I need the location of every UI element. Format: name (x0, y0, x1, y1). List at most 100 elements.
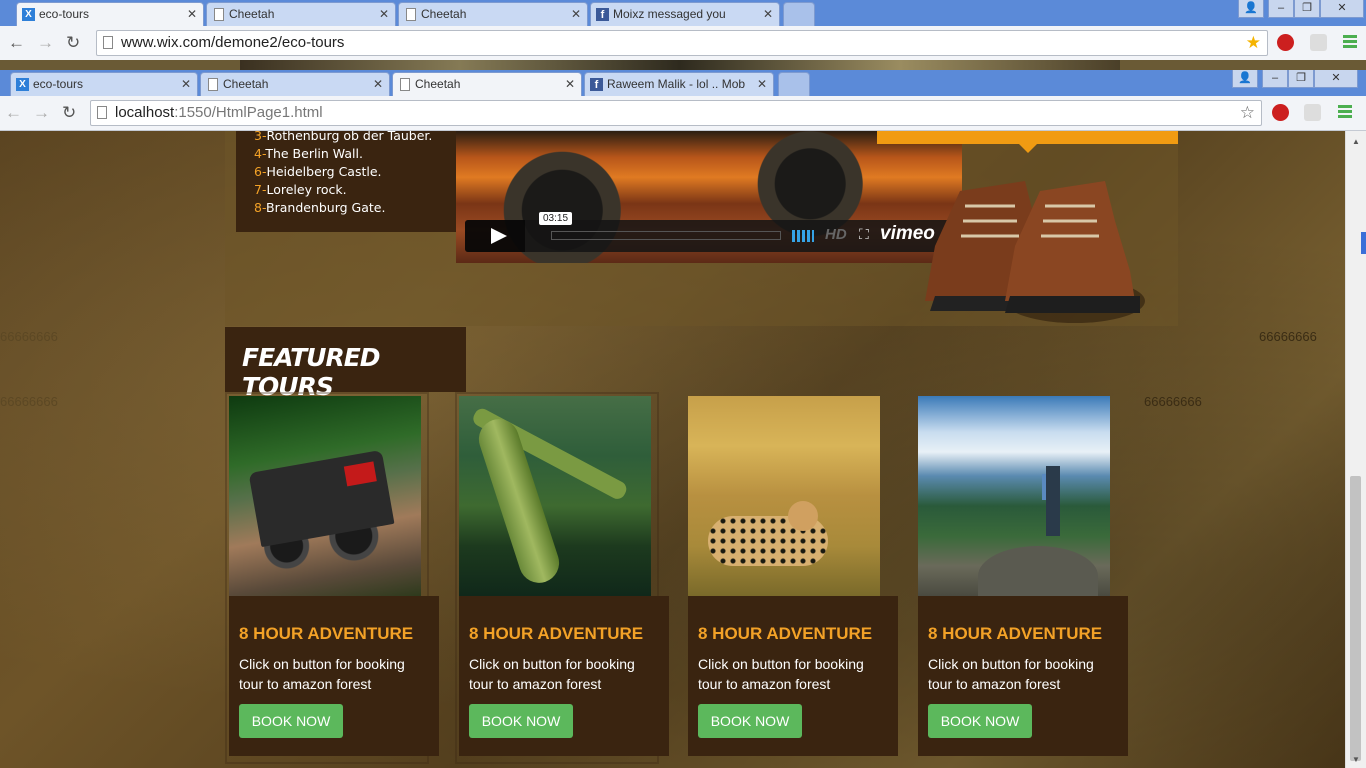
shield-icon[interactable] (1304, 104, 1321, 121)
tour-image-cheetah[interactable] (688, 396, 880, 596)
tour-title: 8 HOUR ADVENTURE (469, 624, 644, 643)
tab-eco-tours[interactable]: X eco-tours ✕ (10, 72, 198, 96)
tab-title: Cheetah (229, 7, 275, 21)
side-number-text: 66666666 (0, 394, 58, 409)
places-list: 3-Rothenburg ob der Tauber. 4-The Berlin… (254, 131, 432, 217)
back-arrow-icon[interactable]: ← (5, 103, 22, 123)
tab-title: Cheetah (223, 77, 269, 91)
tab-title: Cheetah (421, 7, 467, 21)
page-icon (400, 78, 410, 91)
tour-image-hiker[interactable] (918, 396, 1110, 596)
adblock-icon[interactable] (1272, 104, 1289, 121)
new-tab-button[interactable] (778, 72, 810, 96)
tab-title: Moixz messaged you (613, 7, 726, 21)
tour-description: Click on button for booking tour to amaz… (928, 656, 1094, 692)
browser-toolbar: ← → ↻ www.wix.com/demone2/eco-tours ★ (0, 26, 1366, 61)
wix-icon: X (16, 78, 29, 91)
adblock-icon[interactable] (1277, 34, 1294, 51)
maximize-button[interactable]: ❐ (1294, 0, 1320, 18)
maximize-button[interactable]: ❐ (1288, 70, 1314, 88)
new-tab-button[interactable] (783, 2, 815, 26)
foreground-browser-window: X eco-tours ✕ Cheetah ✕ Cheetah ✕ f Rawe… (0, 70, 1366, 768)
close-tab-icon[interactable]: ✕ (757, 73, 767, 95)
tab-title: eco-tours (39, 7, 90, 21)
play-button[interactable] (465, 220, 525, 252)
close-tab-icon[interactable]: ✕ (187, 3, 197, 25)
page-icon (214, 8, 224, 21)
close-tab-icon[interactable]: ✕ (571, 3, 581, 25)
forward-arrow-icon[interactable]: → (37, 33, 54, 53)
fullscreen-icon[interactable]: ⛶ (859, 226, 869, 243)
back-arrow-icon[interactable]: ← (8, 33, 25, 53)
tour-image-jeep[interactable] (229, 396, 421, 596)
close-window-button[interactable]: ✕ (1320, 0, 1364, 18)
video-controls: 03:15 HD ⛶ vimeo (465, 212, 950, 252)
scrollbar-thumb[interactable] (1350, 476, 1361, 761)
tour-description: Click on button for booking tour to amaz… (239, 656, 405, 692)
tour-title: 8 HOUR ADVENTURE (239, 624, 414, 643)
side-number-text: 66666666 (1259, 329, 1317, 344)
minimize-button[interactable]: – (1262, 70, 1288, 88)
page-icon (406, 8, 416, 21)
volume-icon[interactable] (792, 230, 814, 242)
hiking-boots-image (925, 181, 1145, 323)
address-bar[interactable]: www.wix.com/demone2/eco-tours ★ (96, 30, 1268, 56)
reload-icon[interactable]: ↻ (66, 33, 80, 53)
tab-cheetah[interactable]: Cheetah ✕ (200, 72, 390, 96)
url-host: localhost (115, 104, 175, 121)
book-now-button[interactable]: BOOK NOW (698, 704, 802, 738)
side-number-text: 66666666 (1144, 394, 1202, 409)
book-now-button[interactable]: BOOK NOW (469, 704, 573, 738)
tab-facebook[interactable]: f Raweem Malik - lol .. Mob ✕ (584, 72, 774, 96)
tour-image-crocodile[interactable] (459, 396, 651, 596)
tab-facebook[interactable]: f Moixz messaged you ✕ (590, 2, 780, 26)
background-browser-window: X eco-tours ✕ Cheetah ✕ Cheetah ✕ f Moix… (0, 0, 1366, 70)
background-page-strip (0, 60, 1366, 70)
tour-description: Click on button for booking tour to amaz… (469, 656, 635, 692)
list-item: 4-The Berlin Wall. (254, 146, 363, 161)
vertical-scrollbar[interactable]: ▲ ▼ (1345, 131, 1366, 768)
scroll-up-icon[interactable]: ▲ (1352, 137, 1360, 146)
minimize-button[interactable]: – (1268, 0, 1294, 18)
tab-cheetah-2[interactable]: Cheetah ✕ (398, 2, 588, 26)
user-icon[interactable]: 👤 (1232, 70, 1258, 88)
tab-eco-tours[interactable]: X eco-tours ✕ (16, 2, 204, 26)
bookmark-star-icon[interactable]: ☆ (1240, 101, 1255, 125)
close-tab-icon[interactable]: ✕ (379, 3, 389, 25)
tour-info: 8 HOUR ADVENTURE Click on button for boo… (459, 596, 669, 756)
list-item: 6-Heidelberg Castle. (254, 164, 382, 179)
close-tab-icon[interactable]: ✕ (565, 73, 575, 95)
tour-info: 8 HOUR ADVENTURE Click on button for boo… (918, 596, 1128, 756)
address-bar[interactable]: localhost:1550/HtmlPage1.html ☆ (90, 100, 1262, 126)
facebook-icon: f (596, 8, 609, 21)
places-list-box: 3-Rothenburg ob der Tauber. 4-The Berlin… (236, 131, 456, 232)
hd-toggle[interactable]: HD (825, 226, 847, 243)
menu-icon[interactable] (1343, 35, 1357, 50)
tab-cheetah-active[interactable]: Cheetah ✕ (392, 72, 582, 96)
wix-icon: X (22, 8, 35, 21)
menu-icon[interactable] (1338, 105, 1352, 120)
tour-title: 8 HOUR ADVENTURE (698, 624, 873, 643)
close-tab-icon[interactable]: ✕ (181, 73, 191, 95)
reload-icon[interactable]: ↻ (62, 103, 76, 123)
scroll-down-icon[interactable]: ▼ (1352, 755, 1360, 764)
video-time: 03:15 (539, 212, 573, 225)
tour-description: Click on button for booking tour to amaz… (698, 656, 864, 692)
vimeo-video-player[interactable]: 03:15 HD ⛶ vimeo (456, 131, 962, 263)
tab-strip: X eco-tours ✕ Cheetah ✕ Cheetah ✕ f Moix… (0, 0, 1366, 26)
facebook-icon: f (590, 78, 603, 91)
book-now-button[interactable]: BOOK NOW (928, 704, 1032, 738)
video-progress-bar[interactable] (551, 231, 781, 240)
url-path: :1550/HtmlPage1.html (174, 104, 323, 121)
shield-icon[interactable] (1310, 34, 1327, 51)
tab-cheetah[interactable]: Cheetah ✕ (206, 2, 396, 26)
url-text: www.wix.com/demone2/eco-tours (121, 34, 345, 51)
bookmark-star-icon[interactable]: ★ (1246, 31, 1261, 55)
list-item: 8-Brandenburg Gate. (254, 200, 386, 215)
user-icon[interactable]: 👤 (1238, 0, 1264, 18)
forward-arrow-icon[interactable]: → (33, 103, 50, 123)
close-window-button[interactable]: ✕ (1314, 70, 1358, 88)
book-now-button[interactable]: BOOK NOW (239, 704, 343, 738)
close-tab-icon[interactable]: ✕ (373, 73, 383, 95)
close-tab-icon[interactable]: ✕ (763, 3, 773, 25)
